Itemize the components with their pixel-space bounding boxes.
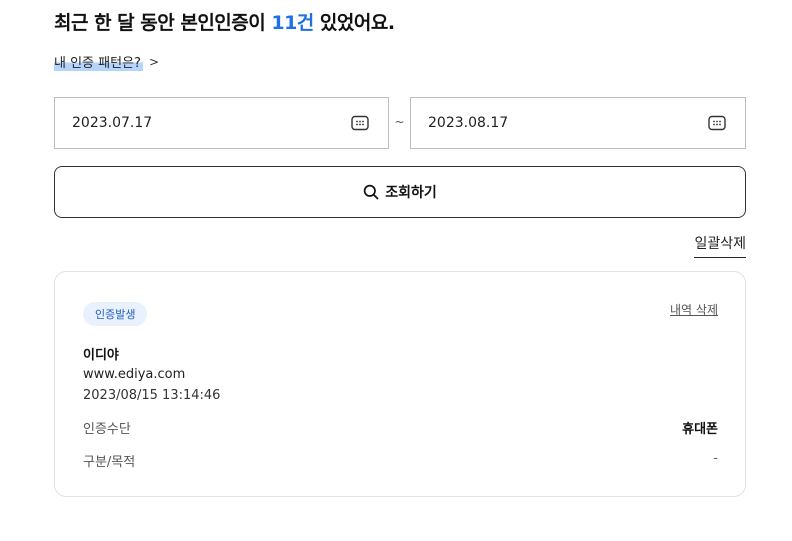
purpose-label: 구분/목적 xyxy=(83,455,136,470)
auth-pattern-link[interactable]: 내 인증 패턴은? > xyxy=(54,52,159,71)
status-badge: 인증발생 xyxy=(83,302,148,326)
page-headline: 최근 한 달 동안 본인인증이 11건 있었어요. xyxy=(54,8,395,35)
headline-suffix: 있었어요. xyxy=(313,12,395,34)
auth-method-label: 인증수단 xyxy=(83,422,131,437)
site-name: 이디야 xyxy=(83,348,119,363)
auth-pattern-label: 내 인증 패턴은? xyxy=(54,52,143,71)
start-date-value: 2023.07.17 xyxy=(72,115,153,131)
purpose-row: 구분/목적 - xyxy=(83,451,718,470)
auth-count: 11건 xyxy=(271,12,314,34)
calendar-icon[interactable] xyxy=(351,115,369,131)
delete-history-button[interactable]: 내역 삭제 xyxy=(670,301,718,318)
search-button-label: 조회하기 xyxy=(385,185,437,201)
delete-all-button[interactable]: 일괄삭제 xyxy=(694,233,746,258)
auth-history-card: 인증발생 내역 삭제 이디야 www.ediya.com 2023/08/15 … xyxy=(54,271,746,497)
auth-datetime: 2023/08/15 13:14:46 xyxy=(83,388,221,403)
auth-method-value: 휴대폰 xyxy=(682,422,718,437)
calendar-icon[interactable] xyxy=(708,115,726,131)
end-date-value: 2023.08.17 xyxy=(428,115,509,131)
end-date-field[interactable]: 2023.08.17 xyxy=(410,97,746,149)
date-range-separator: ~ xyxy=(394,115,405,129)
search-button[interactable]: 조회하기 xyxy=(54,166,746,218)
headline-prefix: 최근 한 달 동안 본인인증이 xyxy=(54,12,272,34)
search-icon xyxy=(363,184,379,200)
purpose-value: - xyxy=(713,451,718,466)
auth-method-row: 인증수단 휴대폰 xyxy=(83,418,718,437)
chevron-right-icon: > xyxy=(148,54,159,69)
site-url: www.ediya.com xyxy=(83,367,186,382)
start-date-field[interactable]: 2023.07.17 xyxy=(54,97,389,149)
